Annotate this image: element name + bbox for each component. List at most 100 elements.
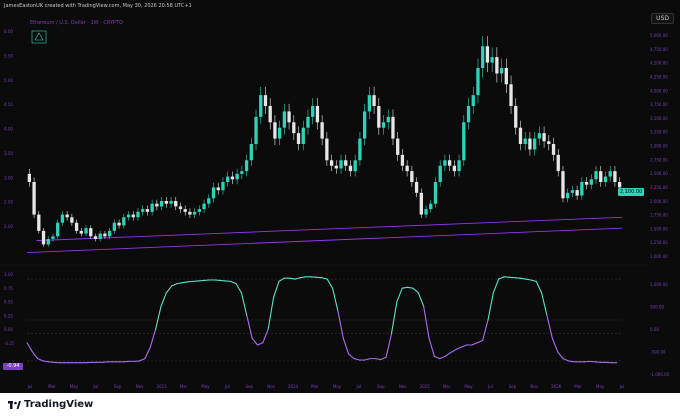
candle — [532, 132, 537, 156]
candle — [98, 230, 102, 242]
y-tick-left: 4.00 — [4, 127, 13, 132]
y-tick-right: 2,500.00 — [650, 171, 668, 176]
last-price-badge: 2,100.00 — [618, 188, 644, 196]
candle — [353, 154, 357, 177]
candle — [476, 58, 480, 104]
footer-brand: TradingView — [24, 399, 94, 410]
candle — [155, 199, 159, 211]
candle — [244, 154, 249, 177]
y-tick-right: 2,000.00 — [650, 199, 668, 204]
candle — [32, 177, 36, 219]
candle — [183, 205, 187, 216]
x-tick: Mar — [48, 384, 56, 389]
candle — [192, 208, 197, 219]
oscillator-segment — [155, 305, 162, 330]
trendline-layer — [26, 216, 623, 254]
x-tick: Nov — [267, 384, 275, 389]
candle — [263, 86, 268, 114]
oscillator-segment — [353, 358, 360, 361]
candle — [485, 36, 490, 73]
x-tick: Sep — [377, 384, 385, 389]
oscillator-segment — [273, 280, 280, 298]
oscillator-segment — [251, 337, 259, 346]
y-tick-right: 4,250.00 — [650, 74, 668, 79]
oscillator-segment — [380, 356, 387, 361]
y-tick-right: 1,500.00 — [650, 226, 668, 231]
chart-screenshot: JamesEastonUK created with TradingView.c… — [0, 0, 680, 418]
osc-tick-right: -500.00 — [650, 350, 666, 355]
candle — [386, 109, 390, 130]
osc-tick-right: 1,000.00 — [650, 282, 668, 287]
candle — [207, 194, 211, 208]
oscillator-segment — [401, 286, 409, 289]
y-tick-right: 2,750.00 — [650, 157, 668, 162]
oscillator-segment — [278, 277, 285, 282]
x-tick: Mar — [311, 384, 319, 389]
chart-canvas[interactable]: 6.00 5.50 5.00 4.50 4.00 3.50 3.00 2.50 2.00 5,00… — [0, 0, 680, 393]
y-tick-left: 2.00 — [4, 224, 13, 229]
candle — [226, 171, 230, 187]
candle — [65, 211, 69, 221]
candle — [230, 171, 235, 185]
oscillator-segment — [289, 277, 296, 280]
candle — [296, 126, 301, 151]
x-tick: Sep — [114, 384, 122, 389]
oscillator-segment — [460, 344, 468, 348]
oscillator-segment — [428, 337, 435, 357]
candle — [126, 211, 131, 221]
x-tick: Jul — [92, 384, 98, 389]
candle — [603, 171, 608, 187]
candle — [84, 225, 88, 237]
candle — [358, 132, 362, 166]
candle — [556, 148, 560, 177]
oscillator-segment — [482, 319, 489, 342]
candle — [561, 165, 565, 203]
candle — [178, 202, 183, 213]
candle — [566, 188, 570, 203]
osc-tick-left: -0.25 — [4, 341, 15, 346]
oscillator-segment — [256, 342, 264, 346]
y-tick-right: 3,000.00 — [650, 144, 668, 149]
oscillator-segment — [374, 358, 382, 361]
oscillator-segment — [439, 355, 446, 360]
candle — [334, 160, 338, 174]
candle — [56, 219, 60, 239]
oscillator-segment — [385, 333, 393, 358]
oscillator-segment — [235, 283, 242, 294]
candle — [93, 233, 98, 242]
oscillator-segment — [412, 287, 419, 294]
candle — [367, 86, 372, 120]
candle — [74, 219, 79, 234]
candle — [447, 154, 452, 172]
candle — [27, 168, 32, 187]
candle — [60, 211, 65, 226]
oscillator-segment — [535, 280, 543, 294]
candle — [131, 211, 135, 221]
candle — [457, 154, 461, 177]
oscillator-segment — [160, 292, 167, 307]
trendline — [26, 227, 623, 254]
x-tick: Nov — [136, 384, 144, 389]
oscillator-segment — [417, 292, 425, 307]
candle — [37, 211, 41, 234]
candle — [372, 86, 376, 114]
candle — [202, 199, 206, 213]
y-tick-left: 5.50 — [4, 53, 13, 58]
oscillator-segment — [230, 280, 237, 285]
candle — [547, 134, 551, 151]
candle — [419, 188, 423, 219]
oscillator-segment — [541, 292, 548, 317]
x-tick: Jul — [619, 384, 625, 389]
x-tick: Mar — [180, 384, 188, 389]
y-tick-right: 3,500.00 — [650, 116, 668, 121]
candle — [575, 185, 579, 200]
x-tick: May — [201, 384, 210, 389]
oscillator-segment — [176, 282, 184, 285]
y-tick-left: 4.50 — [4, 102, 13, 107]
oscillator-segment — [246, 314, 253, 339]
x-tick: May — [70, 384, 79, 389]
candle — [249, 137, 253, 166]
candle — [216, 182, 220, 195]
x-tick: 2026 — [551, 384, 562, 389]
oscillator-segment — [26, 342, 33, 353]
